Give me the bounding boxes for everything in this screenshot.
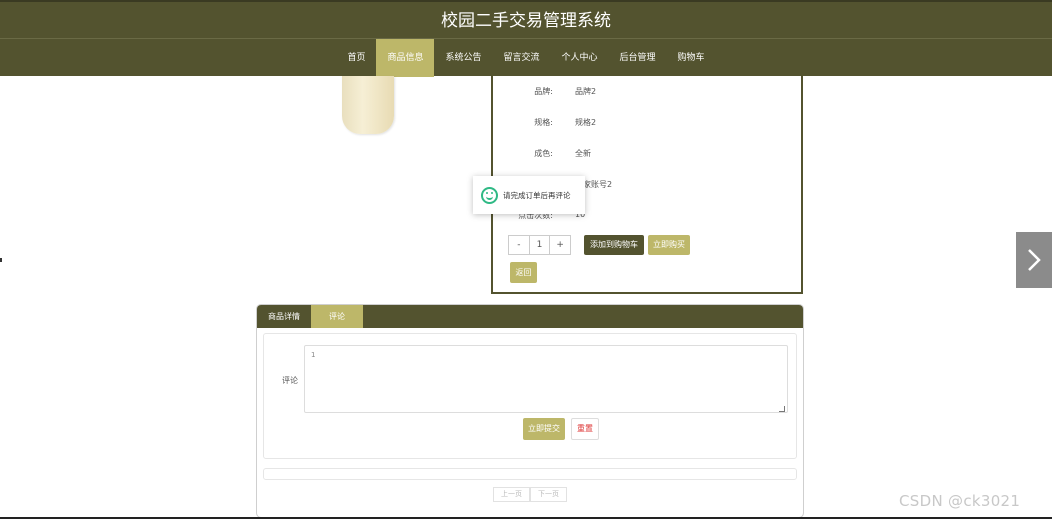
nav-item-admin[interactable]: 后台管理 xyxy=(609,39,667,77)
quantity-input[interactable]: 1 xyxy=(528,236,551,254)
tab-product-details[interactable]: 商品详情 xyxy=(257,305,311,328)
buy-now-button[interactable]: 立即购买 xyxy=(648,235,690,255)
add-to-cart-button[interactable]: 添加到购物车 xyxy=(584,235,644,255)
comment-form: 评论 1 立即提交 重置 xyxy=(263,333,797,459)
tab-comments[interactable]: 评论 xyxy=(311,305,363,328)
quantity-stepper: - 1 + xyxy=(508,235,571,255)
smile-icon xyxy=(481,186,498,204)
product-image xyxy=(342,76,394,134)
comment-textarea[interactable]: 1 xyxy=(304,345,788,413)
field-value: 规格2 xyxy=(575,118,597,127)
nav-item-announcements[interactable]: 系统公告 xyxy=(434,39,492,77)
prev-page-button[interactable]: 上一页 xyxy=(493,487,530,502)
quantity-minus-button[interactable]: - xyxy=(509,236,529,254)
toast-text: 请完成订单后再评论 xyxy=(503,190,571,200)
chevron-right-icon xyxy=(1028,249,1041,271)
field-brand: 品牌: 品牌2 xyxy=(493,86,793,100)
field-label: 成色: xyxy=(534,149,553,158)
quantity-plus-button[interactable]: + xyxy=(550,236,570,254)
nav-item-profile[interactable]: 个人中心 xyxy=(551,39,609,77)
nav-item-products[interactable]: 商品信息 xyxy=(376,39,435,77)
field-label: 品牌: xyxy=(534,87,553,96)
detail-tabs-panel: 商品详情 评论 评论 1 立即提交 重置 上一页 下一页 xyxy=(256,304,804,518)
back-button[interactable]: 返回 xyxy=(510,262,537,283)
reset-button[interactable]: 重置 xyxy=(571,418,599,440)
pagination: 上一页 下一页 xyxy=(493,487,567,502)
field-spec: 规格: 规格2 xyxy=(493,117,793,131)
nav-item-messages[interactable]: 留言交流 xyxy=(492,39,550,77)
comment-list xyxy=(263,468,797,480)
carousel-next-button[interactable] xyxy=(1016,232,1052,288)
submit-comment-button[interactable]: 立即提交 xyxy=(523,418,565,440)
field-condition: 成色: 全新 xyxy=(493,148,793,162)
toast-message: 请完成订单后再评论 xyxy=(473,176,585,214)
app-title: 校园二手交易管理系统 xyxy=(441,11,611,31)
next-page-button[interactable]: 下一页 xyxy=(530,487,567,502)
carousel-prev-edge xyxy=(0,258,2,262)
resize-handle-icon[interactable] xyxy=(779,406,785,412)
nav-item-home[interactable]: 首页 xyxy=(336,39,376,77)
nav-item-cart[interactable]: 购物车 xyxy=(667,39,716,77)
tab-bar: 商品详情 评论 xyxy=(257,305,803,328)
app-header: 校园二手交易管理系统 xyxy=(0,0,1052,38)
field-value: 品牌2 xyxy=(575,87,597,96)
main-nav: 首页 商品信息 系统公告 留言交流 个人中心 后台管理 购物车 xyxy=(0,38,1052,77)
field-value: 全新 xyxy=(575,149,591,158)
field-label: 规格: xyxy=(534,118,553,127)
watermark: CSDN @ck3021 xyxy=(899,492,1021,510)
comment-label: 评论 xyxy=(282,376,298,385)
